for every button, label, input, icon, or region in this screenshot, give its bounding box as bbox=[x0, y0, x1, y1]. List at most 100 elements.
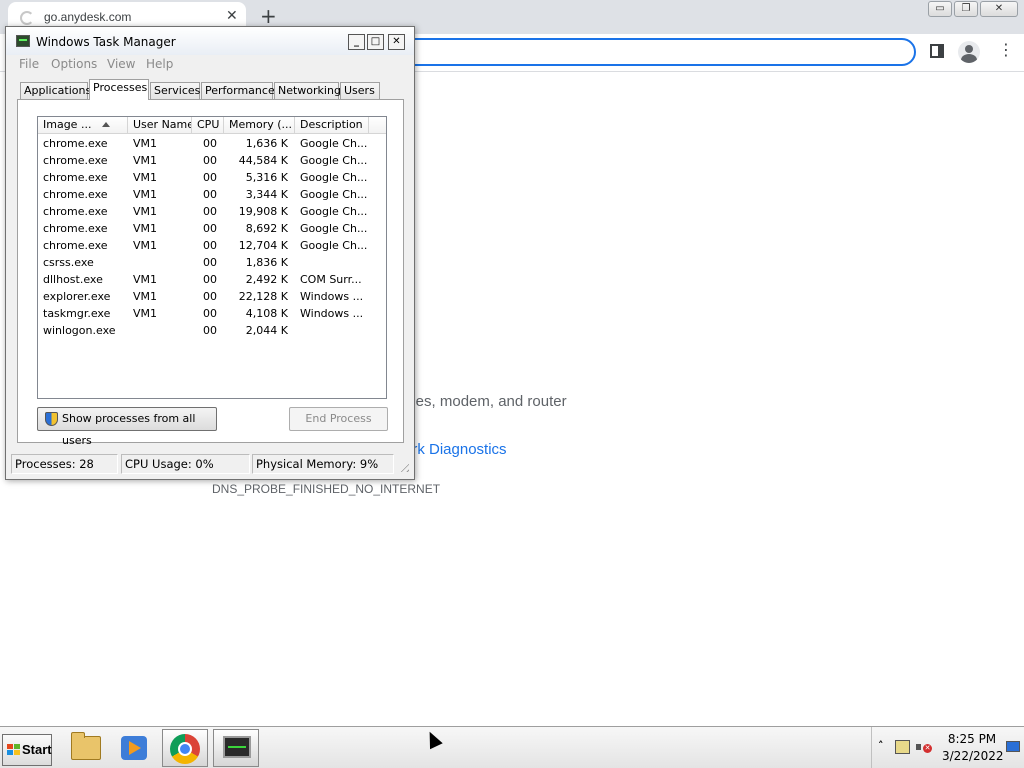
cell-cpu: 00 bbox=[203, 222, 217, 235]
cell-image: dllhost.exe bbox=[43, 273, 103, 286]
minimize-button[interactable]: _ bbox=[348, 34, 365, 50]
tab-close-icon[interactable]: ✕ bbox=[226, 8, 238, 24]
table-row[interactable]: chrome.exe VM1 00 3,344 K Google Ch... bbox=[38, 186, 386, 203]
task-manager-titlebar[interactable]: Windows Task Manager _ □ ✕ bbox=[6, 27, 414, 55]
uac-shield-icon bbox=[45, 412, 58, 426]
side-panel-icon[interactable] bbox=[930, 44, 944, 58]
table-row[interactable]: winlogon.exe 00 2,044 K bbox=[38, 322, 386, 339]
column-header-image-name[interactable]: Image ... bbox=[38, 117, 128, 134]
cell-image: chrome.exe bbox=[43, 188, 108, 201]
taskbar-windows-explorer[interactable] bbox=[63, 729, 109, 767]
cell-memory: 2,044 K bbox=[245, 324, 288, 337]
process-list-header: Image ... User Name CPU Memory (... Desc… bbox=[38, 117, 386, 134]
cell-image: chrome.exe bbox=[43, 154, 108, 167]
status-process-count: Processes: 28 bbox=[11, 454, 118, 474]
cell-cpu: 00 bbox=[203, 205, 217, 218]
close-button[interactable]: ✕ bbox=[388, 34, 405, 50]
taskbar-task-manager[interactable] bbox=[213, 729, 259, 767]
cell-image: chrome.exe bbox=[43, 171, 108, 184]
cell-user: VM1 bbox=[133, 290, 158, 303]
column-header-description[interactable]: Description bbox=[295, 117, 369, 134]
cell-description: Google Ch... bbox=[300, 205, 368, 218]
cell-user: VM1 bbox=[133, 307, 158, 320]
cell-description: Google Ch... bbox=[300, 171, 368, 184]
cell-memory: 12,704 K bbox=[238, 239, 288, 252]
profile-avatar-icon[interactable] bbox=[958, 41, 980, 63]
browser-minimize-button[interactable]: ▭ bbox=[928, 1, 952, 17]
table-row[interactable]: chrome.exe VM1 00 1,636 K Google Ch... bbox=[38, 135, 386, 152]
cell-description: Google Ch... bbox=[300, 154, 368, 167]
status-cpu-usage: CPU Usage: 0% bbox=[121, 454, 250, 474]
cell-cpu: 00 bbox=[203, 171, 217, 184]
cell-user: VM1 bbox=[133, 205, 158, 218]
clock-date[interactable]: 3/22/2022 bbox=[942, 749, 1004, 763]
cell-image: winlogon.exe bbox=[43, 324, 116, 337]
table-row[interactable]: chrome.exe VM1 00 12,704 K Google Ch... bbox=[38, 237, 386, 254]
table-row[interactable]: dllhost.exe VM1 00 2,492 K COM Surr... bbox=[38, 271, 386, 288]
tab-services[interactable]: Services bbox=[150, 82, 200, 100]
show-all-processes-button[interactable]: Show processes from all users bbox=[37, 407, 217, 447]
taskbar-media-player[interactable] bbox=[112, 729, 158, 767]
cell-memory: 1,636 K bbox=[245, 137, 288, 150]
cell-image: csrss.exe bbox=[43, 256, 94, 269]
table-row[interactable]: chrome.exe VM1 00 44,584 K Google Ch... bbox=[38, 152, 386, 169]
table-row[interactable]: explorer.exe VM1 00 22,128 K Windows ... bbox=[38, 288, 386, 305]
new-tab-button[interactable]: + bbox=[260, 4, 277, 28]
cell-cpu: 00 bbox=[203, 256, 217, 269]
table-row[interactable]: chrome.exe VM1 00 8,692 K Google Ch... bbox=[38, 220, 386, 237]
start-button[interactable]: Start bbox=[2, 734, 52, 766]
menu-help[interactable]: Help bbox=[146, 57, 173, 71]
table-row[interactable]: chrome.exe VM1 00 19,908 K Google Ch... bbox=[38, 203, 386, 220]
tab-title: go.anydesk.com bbox=[44, 10, 132, 24]
tab-networking[interactable]: Networking bbox=[274, 82, 341, 100]
media-player-icon bbox=[121, 736, 147, 760]
cell-memory: 3,344 K bbox=[245, 188, 288, 201]
browser-restore-button[interactable]: ❐ bbox=[954, 1, 978, 17]
maximize-button[interactable]: □ bbox=[367, 34, 384, 50]
action-center-icon[interactable] bbox=[1006, 741, 1020, 752]
browser-close-button[interactable]: ✕ bbox=[980, 1, 1018, 17]
network-diagnostics-link[interactable]: ork Diagnostics bbox=[404, 441, 507, 458]
tab-processes[interactable]: Processes bbox=[89, 79, 149, 100]
table-row[interactable]: chrome.exe VM1 00 5,316 K Google Ch... bbox=[38, 169, 386, 186]
notification-area: ˄ ✕ 8:25 PM 3/22/2022 bbox=[871, 727, 1024, 768]
cell-memory: 8,692 K bbox=[245, 222, 288, 235]
column-header-label: Image ... bbox=[43, 118, 92, 131]
taskbar-chrome[interactable] bbox=[162, 729, 208, 767]
cell-image: chrome.exe bbox=[43, 137, 108, 150]
tab-applications[interactable]: Applications bbox=[20, 82, 91, 100]
cell-description: Google Ch... bbox=[300, 188, 368, 201]
cell-user: VM1 bbox=[133, 222, 158, 235]
column-header-user-name[interactable]: User Name bbox=[128, 117, 192, 134]
column-header-cpu[interactable]: CPU bbox=[192, 117, 224, 134]
status-physical-memory: Physical Memory: 9% bbox=[252, 454, 394, 474]
chrome-icon bbox=[170, 734, 200, 764]
task-manager-app-icon bbox=[16, 35, 30, 47]
end-process-button[interactable]: End Process bbox=[289, 407, 388, 431]
task-manager-window: Windows Task Manager _ □ ✕ File Options … bbox=[5, 26, 415, 480]
network-icon[interactable] bbox=[895, 740, 910, 754]
table-row[interactable]: csrss.exe 00 1,836 K bbox=[38, 254, 386, 271]
tab-users[interactable]: Users bbox=[340, 82, 380, 100]
cell-memory: 22,128 K bbox=[238, 290, 288, 303]
cell-description: Windows ... bbox=[300, 307, 364, 320]
table-row[interactable]: taskmgr.exe VM1 00 4,108 K Windows ... bbox=[38, 305, 386, 322]
menu-file[interactable]: File bbox=[19, 57, 39, 71]
resize-grip-icon[interactable] bbox=[397, 460, 409, 472]
clock-time[interactable]: 8:25 PM bbox=[942, 732, 1002, 746]
cell-description: Windows ... bbox=[300, 290, 364, 303]
menu-options[interactable]: Options bbox=[51, 57, 97, 71]
volume-muted-icon[interactable]: ✕ bbox=[916, 740, 932, 754]
browser-menu-icon[interactable]: ⋮ bbox=[998, 42, 1014, 58]
cell-user: VM1 bbox=[133, 273, 158, 286]
cell-user: VM1 bbox=[133, 154, 158, 167]
cell-description: COM Surr... bbox=[300, 273, 362, 286]
show-hidden-icons-icon[interactable]: ˄ bbox=[878, 739, 884, 752]
tab-performance[interactable]: Performance bbox=[201, 82, 275, 100]
menu-view[interactable]: View bbox=[107, 57, 135, 71]
cell-memory: 5,316 K bbox=[245, 171, 288, 184]
process-list[interactable]: Image ... User Name CPU Memory (... Desc… bbox=[37, 116, 387, 399]
cell-memory: 4,108 K bbox=[245, 307, 288, 320]
column-header-memory[interactable]: Memory (... bbox=[224, 117, 295, 134]
cell-memory: 19,908 K bbox=[238, 205, 288, 218]
